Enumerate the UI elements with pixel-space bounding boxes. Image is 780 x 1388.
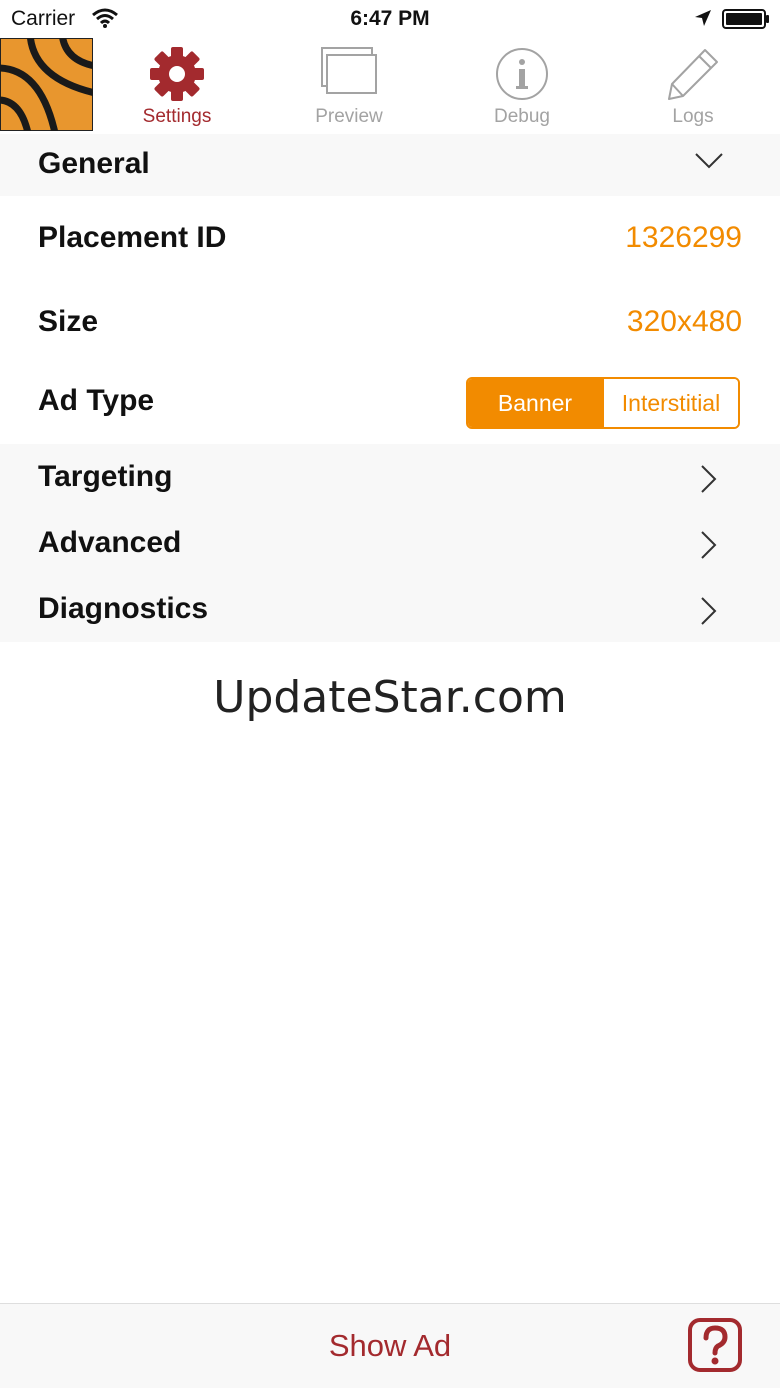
help-question-icon[interactable] bbox=[688, 1318, 742, 1377]
nav-item-label: Advanced bbox=[38, 526, 182, 559]
tab-debug[interactable]: Debug bbox=[447, 38, 597, 134]
tab-bar: Settings Preview Debug Logs bbox=[0, 32, 780, 134]
section-title: General bbox=[38, 147, 150, 180]
segment-interstitial[interactable]: Interstitial bbox=[602, 379, 738, 427]
watermark-text: UpdateStar.com bbox=[213, 672, 567, 723]
location-arrow-icon bbox=[694, 9, 712, 32]
tab-label: Logs bbox=[672, 106, 714, 127]
size-row[interactable]: Size 320x480 bbox=[0, 282, 780, 362]
placement-id-row[interactable]: Placement ID 1326299 bbox=[0, 196, 780, 282]
settings-nav-group: Targeting Advanced Diagnostics bbox=[0, 444, 780, 642]
tab-settings[interactable]: Settings bbox=[102, 38, 252, 134]
chevron-right-icon bbox=[700, 530, 718, 565]
status-bar: Carrier 6:47 PM bbox=[0, 0, 780, 39]
gear-icon bbox=[102, 46, 252, 102]
app-logo bbox=[0, 32, 96, 134]
placement-id-label: Placement ID bbox=[38, 221, 227, 254]
size-label: Size bbox=[38, 305, 99, 338]
nav-item-label: Diagnostics bbox=[38, 592, 209, 625]
ad-type-segmented-control[interactable]: Banner Interstitial bbox=[466, 377, 740, 429]
tab-label: Preview bbox=[315, 106, 383, 127]
placement-id-value[interactable]: 1326299 bbox=[625, 221, 742, 255]
nav-item-advanced[interactable]: Advanced bbox=[0, 510, 780, 576]
info-icon bbox=[447, 46, 597, 102]
nav-item-diagnostics[interactable]: Diagnostics bbox=[0, 576, 780, 642]
clock: 6:47 PM bbox=[350, 7, 430, 30]
chevron-right-icon bbox=[700, 596, 718, 631]
chevron-down-icon bbox=[694, 152, 724, 175]
tab-preview[interactable]: Preview bbox=[274, 38, 424, 134]
size-value[interactable]: 320x480 bbox=[627, 305, 742, 339]
nav-item-label: Targeting bbox=[38, 460, 173, 493]
segment-banner[interactable]: Banner bbox=[468, 379, 602, 427]
battery-icon bbox=[722, 9, 770, 34]
tab-label: Settings bbox=[142, 106, 212, 127]
chevron-right-icon bbox=[700, 464, 718, 499]
ad-type-label: Ad Type bbox=[38, 384, 155, 417]
tab-label: Debug bbox=[494, 106, 550, 127]
pencil-icon bbox=[618, 46, 768, 102]
section-header-general[interactable]: General bbox=[0, 134, 780, 196]
bottom-toolbar: Show Ad bbox=[0, 1303, 780, 1388]
tab-logs[interactable]: Logs bbox=[618, 38, 768, 134]
preview-windows-icon bbox=[274, 46, 424, 102]
show-ad-button[interactable]: Show Ad bbox=[0, 1328, 780, 1364]
nav-item-targeting[interactable]: Targeting bbox=[0, 444, 780, 510]
